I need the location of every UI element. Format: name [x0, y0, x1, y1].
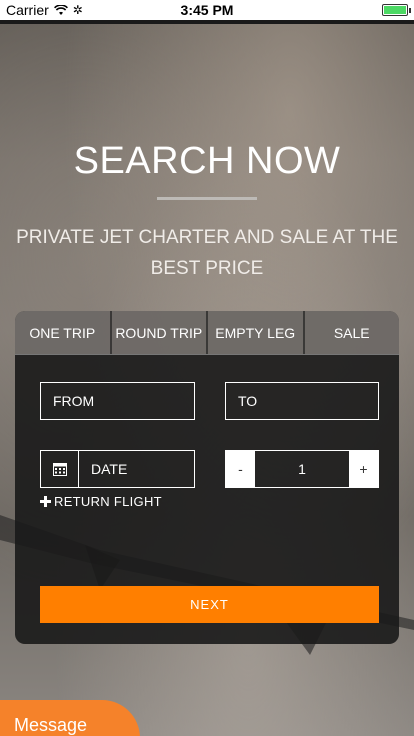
page-subtitle: PRIVATE JET CHARTER AND SALE AT THE BEST… — [16, 227, 398, 279]
plus-icon — [40, 496, 51, 507]
passenger-count[interactable]: 1 — [255, 451, 349, 487]
message-label: Message — [14, 715, 88, 735]
from-placeholder: FROM — [53, 393, 95, 409]
status-bar: Carrier ✲ 3:45 PM — [0, 0, 414, 20]
passenger-stepper: - 1 + — [225, 450, 379, 488]
tab-sale[interactable]: SALE — [304, 311, 399, 354]
return-flight-button[interactable]: RETURN FLIGHT — [40, 494, 162, 509]
date-placeholder: DATE — [91, 461, 128, 477]
return-flight-label: RETURN FLIGHT — [54, 494, 162, 509]
decrement-button[interactable]: - — [226, 451, 255, 487]
status-time: 3:45 PM — [180, 2, 234, 18]
tab-one-trip[interactable]: ONE TRIP — [15, 311, 112, 354]
to-field[interactable]: TO — [225, 382, 379, 420]
trip-type-tabs: ONE TRIP ROUND TRIP EMPTY LEG SALE — [15, 311, 399, 355]
increment-button[interactable]: + — [349, 451, 378, 487]
next-button[interactable]: NEXT — [40, 586, 379, 623]
title-divider — [157, 197, 257, 200]
tab-empty-leg[interactable]: EMPTY LEG — [208, 311, 305, 354]
battery-icon — [382, 4, 411, 16]
message-button[interactable]: Message — [0, 700, 140, 736]
calendar-icon — [41, 451, 79, 487]
page-title: SEARCH NOW — [73, 140, 341, 182]
to-placeholder: TO — [238, 393, 258, 409]
from-field[interactable]: FROM — [40, 382, 195, 420]
top-bar — [0, 20, 414, 24]
date-field[interactable]: DATE — [40, 450, 195, 488]
search-panel: ONE TRIP ROUND TRIP EMPTY LEG SALE FROM … — [15, 311, 399, 644]
tab-round-trip[interactable]: ROUND TRIP — [111, 311, 208, 354]
